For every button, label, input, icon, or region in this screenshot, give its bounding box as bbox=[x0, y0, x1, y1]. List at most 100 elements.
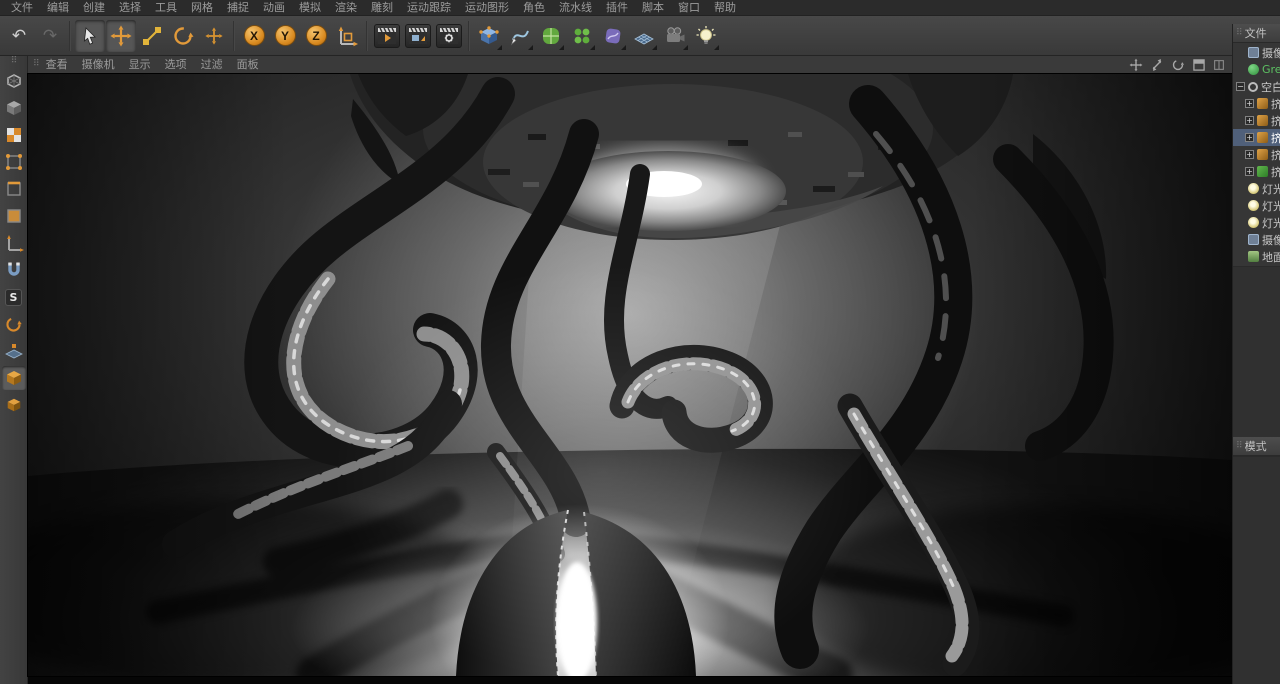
left-toolbar-grip[interactable]: ⠿ bbox=[11, 57, 18, 66]
menu-item[interactable]: 编辑 bbox=[40, 0, 76, 16]
viewport-menu-item[interactable]: 面板 bbox=[230, 56, 266, 74]
viewport-pan-icon[interactable] bbox=[1129, 58, 1143, 72]
undo-button[interactable]: ↶ bbox=[4, 20, 34, 52]
polygons-mode-button[interactable] bbox=[2, 204, 26, 228]
menu-item[interactable]: 捕捉 bbox=[220, 0, 256, 16]
viewport-menu-item[interactable]: 查看 bbox=[39, 56, 75, 74]
object-label: 挤压.1 bbox=[1271, 113, 1280, 129]
polygons-mode-icon bbox=[6, 209, 21, 223]
texture-mode-button[interactable] bbox=[2, 123, 26, 147]
menu-item[interactable]: 流水线 bbox=[552, 0, 599, 16]
object-tree-item[interactable]: + 挤压.4 bbox=[1233, 163, 1280, 180]
viewport-orbit-icon[interactable] bbox=[1171, 58, 1185, 72]
expander-icon[interactable]: + bbox=[1245, 167, 1254, 176]
viewport-canvas[interactable] bbox=[27, 73, 1233, 677]
live-selection-tool-button[interactable] bbox=[75, 19, 105, 52]
object-tree-item[interactable]: 摄像机 bbox=[1233, 231, 1280, 248]
move-tool-button[interactable] bbox=[106, 19, 136, 52]
light-object-button[interactable] bbox=[691, 20, 721, 52]
redo-button[interactable]: ↷ bbox=[35, 20, 65, 52]
menu-item[interactable]: 渲染 bbox=[328, 0, 364, 16]
lock-y-axis-button[interactable]: Y bbox=[270, 20, 300, 52]
floor-environment-button[interactable] bbox=[629, 20, 659, 52]
viewport-layout-icon[interactable] bbox=[1213, 59, 1225, 71]
menu-item[interactable]: 脚本 bbox=[635, 0, 671, 16]
expander-icon[interactable]: + bbox=[1245, 133, 1254, 142]
add-cube-object-button[interactable] bbox=[474, 20, 504, 52]
object-tree-item[interactable]: Greeble bbox=[1233, 61, 1280, 78]
points-mode-button[interactable] bbox=[2, 150, 26, 174]
model-mode-button[interactable] bbox=[2, 96, 26, 120]
menu-item[interactable]: 网格 bbox=[184, 0, 220, 16]
menu-item[interactable]: 窗口 bbox=[671, 0, 707, 16]
viewport-menu-item[interactable]: 摄像机 bbox=[75, 56, 122, 74]
scale-tool-button[interactable] bbox=[137, 20, 167, 52]
axis-icon bbox=[6, 235, 24, 252]
last-used-tool-button[interactable] bbox=[199, 20, 229, 52]
edges-mode-button[interactable] bbox=[2, 177, 26, 201]
object-tree-item[interactable]: 地面 bbox=[1233, 248, 1280, 265]
camera-object-button[interactable] bbox=[660, 20, 690, 52]
object-label: 挤压.4 bbox=[1271, 164, 1280, 180]
menu-item[interactable]: 运动跟踪 bbox=[400, 0, 458, 16]
menu-item[interactable]: 选择 bbox=[112, 0, 148, 16]
rotate-tool-button[interactable] bbox=[168, 20, 198, 52]
render-settings-button[interactable] bbox=[434, 20, 464, 52]
mode-panel-body bbox=[1233, 456, 1280, 684]
mode-panel-header[interactable]: ⠿ 模式 bbox=[1233, 437, 1280, 456]
snap-toggle-button[interactable]: S bbox=[2, 285, 26, 309]
render-view-button[interactable] bbox=[372, 20, 402, 52]
viewport-zoom-icon[interactable] bbox=[1150, 58, 1164, 72]
menu-item[interactable]: 模拟 bbox=[292, 0, 328, 16]
deformer-icon bbox=[605, 28, 621, 43]
object-tree-item[interactable]: 灯光.1 bbox=[1233, 197, 1280, 214]
object-manager-header[interactable]: ⠿ 文件 bbox=[1233, 24, 1280, 43]
mograph-cloner-button[interactable] bbox=[567, 20, 597, 52]
menu-item[interactable]: 工具 bbox=[148, 0, 184, 16]
object-type-icon bbox=[1248, 47, 1259, 58]
menu-item[interactable]: 帮助 bbox=[707, 0, 743, 16]
orange-cube-icon bbox=[7, 398, 20, 412]
edges-mode-icon bbox=[6, 181, 21, 196]
last-tool-icon bbox=[205, 26, 223, 45]
menu-item[interactable]: 创建 bbox=[76, 0, 112, 16]
coordinate-system-button[interactable] bbox=[332, 20, 362, 52]
object-tree-item[interactable]: 灯光.2 bbox=[1233, 180, 1280, 197]
expander-icon[interactable]: + bbox=[1245, 116, 1254, 125]
subdivision-surface-button[interactable] bbox=[536, 20, 566, 52]
menu-item[interactable]: 动画 bbox=[256, 0, 292, 16]
lock-z-axis-button[interactable]: Z bbox=[301, 20, 331, 52]
expander-icon[interactable]: + bbox=[1245, 99, 1254, 108]
make-editable-button[interactable] bbox=[2, 69, 26, 93]
viewport-menu-item[interactable]: 显示 bbox=[122, 56, 158, 74]
menu-item[interactable]: 插件 bbox=[599, 0, 635, 16]
left-vignette bbox=[28, 74, 288, 676]
object-tree-item[interactable]: 摄像机 bbox=[1233, 44, 1280, 61]
object-tree-item[interactable]: + 挤压 bbox=[1233, 95, 1280, 112]
viewport-menu-item[interactable]: 选项 bbox=[158, 56, 194, 74]
object-tree-item[interactable]: + 挤压.3 bbox=[1233, 146, 1280, 163]
lock-x-axis-button[interactable]: X bbox=[239, 20, 269, 52]
expander-icon[interactable]: − bbox=[1236, 82, 1245, 91]
object-tree-item[interactable]: − 空白 bbox=[1233, 78, 1280, 95]
viewport-menu-item[interactable]: 过滤 bbox=[194, 56, 230, 74]
spline-pen-button[interactable] bbox=[505, 20, 535, 52]
snap-button[interactable] bbox=[2, 258, 26, 282]
workplane-button[interactable] bbox=[2, 339, 26, 363]
viewport-toggle-icon[interactable] bbox=[1192, 58, 1206, 72]
toolbar-separator bbox=[468, 20, 470, 51]
expander-icon[interactable]: + bbox=[1245, 150, 1254, 159]
enable-axis-button[interactable] bbox=[2, 231, 26, 255]
menu-item[interactable]: 角色 bbox=[516, 0, 552, 16]
menu-item[interactable]: 运动图形 bbox=[458, 0, 516, 16]
render-picture-viewer-button[interactable] bbox=[403, 20, 433, 52]
viewport-solo-button[interactable] bbox=[1, 366, 26, 390]
menu-item[interactable]: 文件 bbox=[4, 0, 40, 16]
object-tree-item[interactable]: + 挤压.2 bbox=[1233, 129, 1280, 146]
object-tree-item[interactable]: 灯光 bbox=[1233, 214, 1280, 231]
menu-item[interactable]: 雕刻 bbox=[364, 0, 400, 16]
isolate-object-button[interactable] bbox=[2, 393, 26, 417]
rotate-workplane-button[interactable] bbox=[2, 312, 26, 336]
deformer-button[interactable] bbox=[598, 20, 628, 52]
object-tree-item[interactable]: + 挤压.1 bbox=[1233, 112, 1280, 129]
